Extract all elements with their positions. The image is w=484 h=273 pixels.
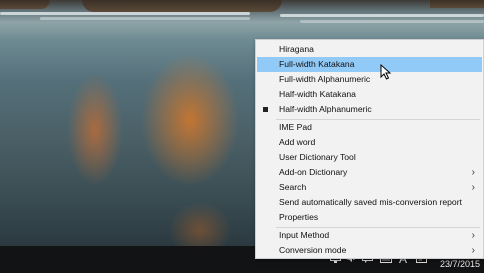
mouse-cursor-icon bbox=[380, 64, 392, 80]
selected-bullet-icon bbox=[263, 107, 268, 112]
menu-item-label: Search bbox=[279, 182, 307, 192]
menu-item-full-width-katakana[interactable]: Full-width Katakana bbox=[257, 57, 482, 72]
menu-item-label: Half-width Alphanumeric bbox=[279, 104, 372, 114]
menu-item-label: Full-width Alphanumeric bbox=[279, 74, 371, 84]
wallpaper-wave bbox=[0, 12, 250, 15]
menu-item-search[interactable]: Search › bbox=[257, 180, 482, 195]
ime-context-menu: Hiragana Full-width Katakana Full-width … bbox=[255, 39, 484, 259]
wallpaper-rock bbox=[0, 0, 50, 9]
wallpaper-rock bbox=[430, 0, 484, 8]
menu-item-add-word[interactable]: Add word bbox=[257, 135, 482, 150]
menu-item-properties[interactable]: Properties bbox=[257, 210, 482, 225]
menu-item-ime-pad[interactable]: IME Pad bbox=[257, 120, 482, 135]
wallpaper-rock bbox=[82, 0, 282, 12]
menu-item-user-dictionary-tool[interactable]: User Dictionary Tool bbox=[257, 150, 482, 165]
chevron-right-icon: › bbox=[471, 167, 475, 178]
menu-item-label: Half-width Katakana bbox=[279, 89, 356, 99]
menu-item-add-on-dictionary[interactable]: Add-on Dictionary › bbox=[257, 165, 482, 180]
menu-item-full-width-alphanumeric[interactable]: Full-width Alphanumeric bbox=[257, 72, 482, 87]
wallpaper-wave bbox=[300, 20, 484, 23]
chevron-right-icon: › bbox=[471, 182, 475, 193]
menu-item-label: Conversion mode bbox=[279, 245, 347, 255]
menu-item-label: Add-on Dictionary bbox=[279, 167, 348, 177]
menu-item-half-width-katakana[interactable]: Half-width Katakana bbox=[257, 87, 482, 102]
menu-item-label: Hiragana bbox=[279, 44, 314, 54]
menu-item-conversion-mode[interactable]: Conversion mode › bbox=[257, 243, 482, 258]
menu-item-label: Add word bbox=[279, 137, 316, 147]
menu-item-label: Full-width Katakana bbox=[279, 59, 355, 69]
chevron-right-icon: › bbox=[471, 230, 475, 241]
menu-item-label: Send automatically saved mis-conversion … bbox=[279, 197, 462, 207]
menu-item-input-method[interactable]: Input Method › bbox=[257, 228, 482, 243]
menu-item-label: User Dictionary Tool bbox=[279, 152, 356, 162]
clock-date: 23/7/2015 bbox=[439, 259, 480, 269]
menu-item-label: Input Method bbox=[279, 230, 330, 240]
menu-item-send-misconversion-report[interactable]: Send automatically saved mis-conversion … bbox=[257, 195, 482, 210]
wallpaper-wave bbox=[40, 17, 250, 20]
menu-item-label: Properties bbox=[279, 212, 319, 222]
menu-item-hiragana[interactable]: Hiragana bbox=[257, 42, 482, 57]
wallpaper-wave bbox=[280, 14, 484, 17]
menu-item-half-width-alphanumeric[interactable]: Half-width Alphanumeric bbox=[257, 102, 482, 117]
chevron-right-icon: › bbox=[471, 245, 475, 256]
menu-item-label: IME Pad bbox=[279, 122, 312, 132]
